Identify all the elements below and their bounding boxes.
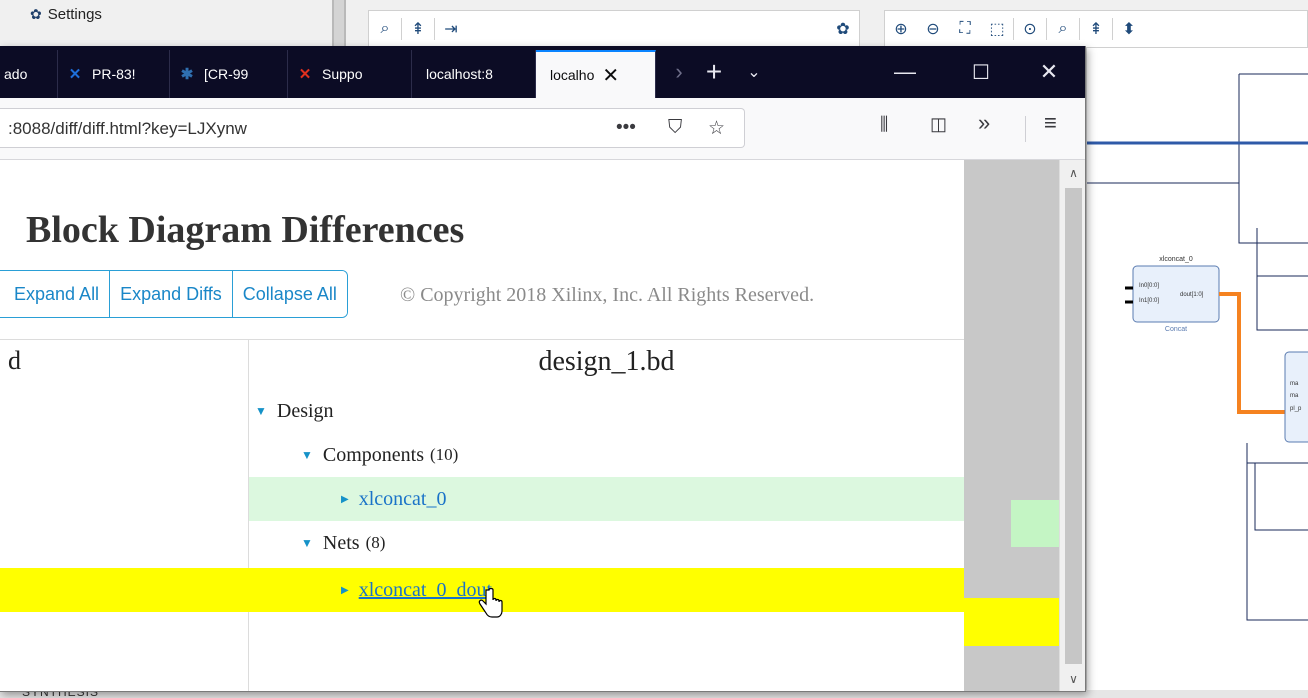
block-subtitle: Concat: [1165, 326, 1187, 333]
vertical-scrollbar[interactable]: ∧ ∨: [1059, 160, 1085, 691]
tab-3[interactable]: ✱ [CR-99: [170, 50, 288, 98]
hamburger-menu-icon[interactable]: ≡: [1044, 110, 1057, 136]
hand-cursor-icon: [478, 588, 503, 618]
expanded-arrow-icon[interactable]: ▼: [301, 536, 313, 551]
settings-label: Settings: [47, 6, 102, 23]
close-tab-icon[interactable]: ✕: [602, 63, 619, 88]
expand-icon[interactable]: ⇥: [435, 13, 467, 45]
bookmark-star-icon[interactable]: ☆: [708, 117, 725, 140]
tab-4[interactable]: ✕ Suppo: [288, 50, 412, 98]
settings-menu[interactable]: ✿ Settings: [30, 6, 102, 23]
fit-icon[interactable]: ⛶: [949, 13, 981, 45]
gear-icon: ✿: [30, 6, 42, 22]
xilinx-support-icon: ✕: [298, 66, 312, 83]
xilinx-x-icon: ✕: [68, 66, 82, 83]
left-column-header: d: [8, 346, 21, 375]
page-content: Block Diagram Differences Expand All Exp…: [0, 160, 964, 691]
bug-icon: ✱: [180, 66, 194, 83]
ide-toolbar-area: ✿ Settings ⌕ ⇞ ⇥ ✿ ⊕ ⊖ ⛶ ⬚ ⊙ ⌕ ⇞ ⬍: [0, 0, 1308, 48]
up-down-icon[interactable]: ⬍: [1113, 13, 1145, 45]
tab-label: Suppo: [322, 66, 363, 82]
nav-bar: :8088/diff/diff.html?key=LJXynw ••• ⛉ ☆ …: [0, 98, 1085, 160]
url-bar[interactable]: :8088/diff/diff.html?key=LJXynw ••• ⛉ ☆: [0, 108, 745, 148]
port-label: ma: [1290, 381, 1299, 387]
tree-label: Design: [276, 399, 334, 422]
scroll-down-icon[interactable]: ∨: [1060, 672, 1085, 686]
new-tab-icon[interactable]: +: [694, 52, 734, 92]
tree-label: Nets: [322, 531, 360, 554]
minimize-icon[interactable]: —: [880, 52, 930, 92]
tab-label: ado: [4, 66, 28, 82]
port-label: dout[1:0]: [1180, 292, 1204, 298]
tab-2[interactable]: ✕ PR-83!: [58, 50, 170, 98]
expand-all-button[interactable]: Expand All: [0, 271, 110, 317]
expand-diffs-button[interactable]: Expand Diffs: [109, 271, 232, 317]
crosshair-icon[interactable]: ⊙: [1014, 13, 1046, 45]
count-badge: (8): [365, 533, 386, 552]
tree-controls: Expand All Expand Diffs Collapse All: [0, 270, 348, 318]
search-icon[interactable]: ⌕: [369, 13, 401, 45]
zoom-in-icon[interactable]: ⊕: [885, 13, 917, 45]
component-link[interactable]: xlconcat_0: [359, 488, 447, 511]
block-title: xlconcat_0: [1159, 256, 1193, 263]
collapse-all-button[interactable]: Collapse All: [231, 271, 347, 317]
diagram-toolbar: ⊕ ⊖ ⛶ ⬚ ⊙ ⌕ ⇞ ⬍: [884, 10, 1308, 48]
tab-bar: ado ✕ PR-83! ✱ [CR-99 ✕ Suppo localhost:…: [0, 46, 1085, 98]
tab-5[interactable]: localhost:8: [412, 50, 536, 98]
url-text[interactable]: :8088/diff/diff.html?key=LJXynw: [8, 119, 247, 139]
tab-1[interactable]: ado: [0, 50, 58, 98]
tree-node-added-component[interactable]: ▶ xlconcat_0: [249, 477, 964, 521]
library-icon[interactable]: ⫼: [880, 114, 888, 135]
tab-label: localho: [550, 67, 595, 83]
overflow-menu-icon[interactable]: »: [978, 110, 990, 136]
collapse-all-icon[interactable]: ⇞: [402, 13, 434, 45]
net-link[interactable]: xlconcat_0_dout: [359, 579, 492, 602]
collapsed-arrow-icon[interactable]: ▶: [341, 585, 349, 596]
page-title: Block Diagram Differences: [26, 209, 465, 251]
tab-label: [CR-99: [204, 66, 249, 82]
diff-marker-added[interactable]: [1011, 500, 1059, 547]
pocket-icon[interactable]: ⛉: [668, 117, 682, 139]
search-icon[interactable]: ⌕: [1047, 13, 1079, 45]
highlighted-net[interactable]: [1219, 292, 1285, 414]
expanded-arrow-icon[interactable]: ▼: [301, 448, 313, 463]
zoom-out-icon[interactable]: ⊖: [917, 13, 949, 45]
expanded-arrow-icon[interactable]: ▼: [255, 404, 267, 419]
scroll-thumb[interactable]: [1065, 188, 1082, 664]
scroll-up-icon[interactable]: ∧: [1060, 166, 1085, 180]
maximize-icon[interactable]: ☐: [956, 52, 1006, 92]
sidebar-icon[interactable]: ◫: [930, 114, 947, 135]
tab-label: PR-83!: [92, 66, 136, 82]
scroll-tabs-right-icon[interactable]: ›: [664, 52, 694, 92]
right-column-header: design_1.bd: [538, 346, 675, 377]
tree-node-components[interactable]: ▼ Components (10): [249, 433, 964, 477]
block-diagram-canvas[interactable]: xlconcat_0 In0[0:0] In1[0:0] dout[1:0] C…: [1086, 48, 1308, 698]
diff-marker-changed[interactable]: [964, 598, 1059, 646]
port-label: In1[0:0]: [1139, 298, 1159, 304]
diff-overview-map[interactable]: [964, 160, 1059, 691]
zoom-area-icon[interactable]: ⬚: [981, 13, 1013, 45]
tab-active[interactable]: localho ✕: [536, 50, 656, 98]
gear-icon[interactable]: ✿: [827, 13, 859, 45]
more-actions-icon[interactable]: •••: [616, 117, 636, 139]
port-label: In0[0:0]: [1139, 283, 1159, 289]
chevron-down-icon[interactable]: ⌄: [734, 52, 774, 92]
close-window-icon[interactable]: ✕: [1024, 52, 1074, 92]
tree-label: Components: [322, 443, 425, 466]
copyright-text: © Copyright 2018 Xilinx, Inc. All Rights…: [400, 284, 815, 306]
pane-splitter[interactable]: [332, 0, 346, 48]
port-label: pl_p: [1290, 406, 1302, 412]
collapsed-arrow-icon[interactable]: ▶: [341, 494, 349, 505]
tab-label: localhost:8: [426, 66, 493, 82]
browser-window: ado ✕ PR-83! ✱ [CR-99 ✕ Suppo localhost:…: [0, 46, 1086, 692]
block-diagram: xlconcat_0 In0[0:0] In1[0:0] dout[1:0] C…: [1087, 73, 1308, 621]
tree-node-nets[interactable]: ▼ Nets (8): [249, 521, 964, 565]
sources-toolbar: ⌕ ⇞ ⇥ ✿: [368, 10, 860, 48]
count-badge: (10): [430, 445, 459, 464]
port-label: ma: [1290, 393, 1299, 399]
tree-node-design[interactable]: ▼ Design: [249, 389, 964, 433]
collapse-icon[interactable]: ⇞: [1080, 13, 1112, 45]
